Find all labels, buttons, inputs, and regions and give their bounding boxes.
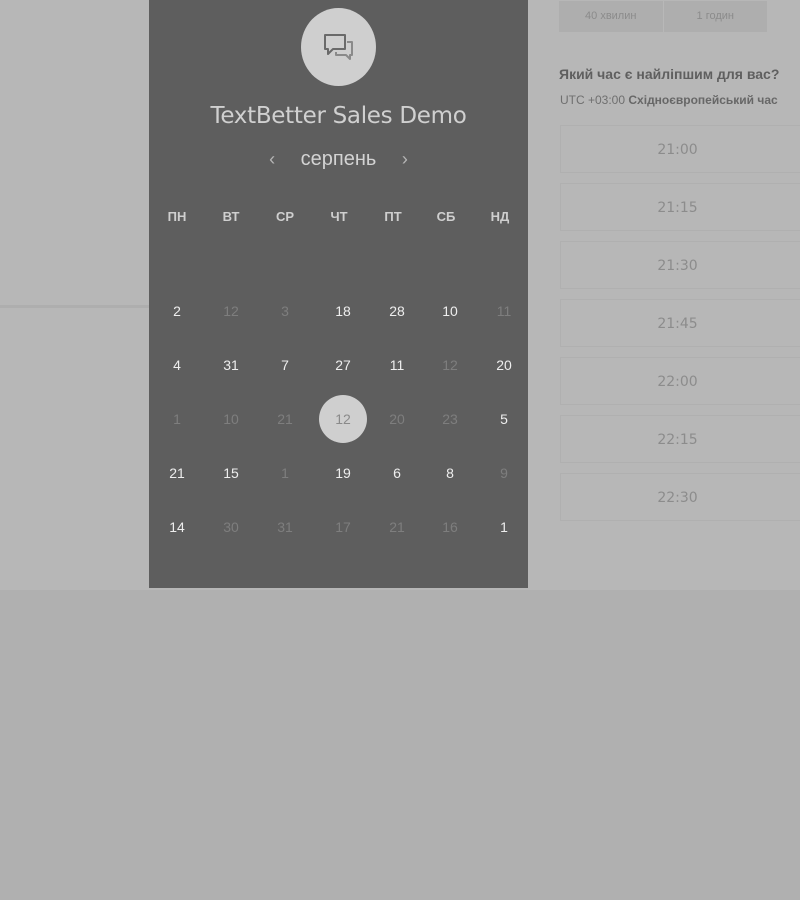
calendar-day: 9 [500,465,508,481]
weekday-label: СБ [436,209,456,224]
calendar-day[interactable]: 5 [480,395,528,443]
event-logo [301,8,376,86]
chat-bubbles-icon [323,34,353,60]
timezone-name: Східноєвропейський час [628,93,778,107]
weekday-label: СР [275,209,295,224]
calendar-day[interactable]: 15 [207,449,255,497]
calendar-day[interactable]: 2 [153,287,201,335]
duration-selector: 40 хвилин 1 годин [559,1,767,32]
calendar-day: 30 [223,519,239,535]
timezone-offset: UTC +03:00 [560,93,626,107]
calendar-day[interactable]: 28 [373,287,421,335]
time-slot-button[interactable]: 21:15 [560,183,800,231]
calendar-day: 21 [389,519,405,535]
event-info-panel: TextBetter Sales Demo ‹ серпень › ПН ВТ … [149,0,528,588]
calendar-day[interactable]: 19 [319,449,367,497]
calendar-day[interactable]: 14 [153,503,201,551]
calendar-day: 16 [442,519,458,535]
weekday-label: ЧТ [330,209,348,224]
calendar-day: 11 [496,303,512,319]
weekday-label: НД [490,209,510,224]
timezone-selector[interactable]: UTC +03:00 Східноєвропейський час [560,93,800,107]
calendar-day: 10 [223,411,239,427]
calendar-day: 1 [173,411,181,427]
time-slot-button[interactable]: 22:00 [560,357,800,405]
prev-month-button[interactable]: ‹ [261,149,283,170]
duration-40-min-tab[interactable]: 40 хвилин [559,1,663,32]
calendar-day[interactable]: 11 [373,341,421,389]
time-slot-button[interactable]: 22:15 [560,415,800,463]
calendar-day: 1 [281,465,289,481]
calendar-day[interactable]: 1 [480,503,528,551]
calendar-day[interactable]: 27 [319,341,367,389]
calendar-day[interactable]: 8 [426,449,474,497]
calendar-day: 12 [223,303,239,319]
calendar-day[interactable]: 4 [153,341,201,389]
calendar-day: 21 [277,411,293,427]
calendar-day[interactable]: 6 [373,449,421,497]
time-slot-button[interactable]: 21:45 [560,299,800,347]
calendar-day: 17 [335,519,351,535]
calendar-day: 20 [389,411,405,427]
month-navigator: ‹ серпень › [149,148,528,171]
calendar-day-selected[interactable]: 12 [319,395,367,443]
calendar-day[interactable]: 21 [153,449,201,497]
calendar-day: 23 [442,411,458,427]
calendar-day[interactable]: 20 [480,341,528,389]
event-title: TextBetter Sales Demo [210,103,467,129]
weekday-label: ВТ [222,209,240,224]
calendar-day[interactable]: 31 [207,341,255,389]
time-slot-button[interactable]: 21:00 [560,125,800,173]
time-slot-button[interactable]: 22:30 [560,473,800,521]
calendar-day[interactable]: 7 [261,341,309,389]
calendar-day: 31 [277,519,293,535]
page-divider [0,305,149,308]
calendar-day[interactable]: 18 [319,287,367,335]
duration-1-hour-tab[interactable]: 1 годин [662,1,768,32]
month-label: серпень [300,148,377,170]
weekday-label: ПТ [384,209,402,224]
next-month-button[interactable]: › [394,149,416,170]
time-question-heading: Який час є найліпшим для вас? [559,66,780,82]
weekday-label: ПН [167,209,187,224]
calendar-day[interactable]: 10 [426,287,474,335]
calendar-day: 12 [442,357,458,373]
time-slot-button[interactable]: 21:30 [560,241,800,289]
calendar-day: 3 [281,303,289,319]
